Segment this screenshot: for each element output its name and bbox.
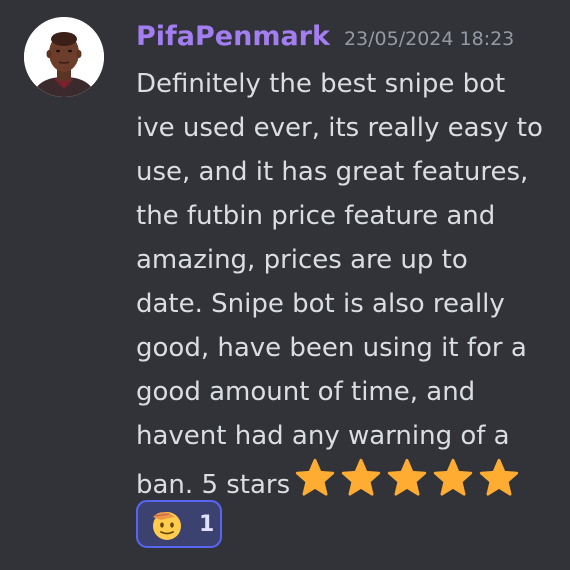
message-header: PifaPenmark 23/05/2024 18:23: [136, 18, 514, 58]
message-line: good, have been using it for a: [136, 333, 527, 363]
timestamp: 23/05/2024 18:23: [343, 28, 515, 50]
chat-message: PifaPenmark 23/05/2024 18:23 Definitely …: [0, 0, 570, 570]
message-line: Definitely the best snipe bot: [136, 69, 506, 99]
username[interactable]: PifaPenmark: [136, 18, 330, 56]
reaction-count: 1: [199, 511, 215, 537]
message-line-text: ban. 5 stars: [136, 470, 291, 500]
message-content: Definitely the best snipe bot ive used e…: [136, 62, 556, 512]
message-line: the futbin price feature and: [136, 201, 496, 231]
star-emoji-group: [294, 458, 524, 512]
star-icon: [480, 458, 519, 496]
message-line: date. Snipe bot is also really: [136, 289, 505, 319]
star-icon: [388, 458, 427, 496]
star-icon: [434, 458, 473, 496]
star-icon: [342, 458, 381, 496]
message-line: good amount of time, and: [136, 377, 476, 407]
message-line: ive used ever, its really easy to: [136, 113, 543, 143]
message-line: use, and it has great features,: [136, 157, 529, 187]
reaction-button[interactable]: 1: [136, 500, 222, 548]
message-line: havent had any warning of a: [136, 421, 510, 451]
avatar-photo: [24, 17, 104, 97]
star-icon: [296, 458, 335, 496]
avatar[interactable]: [24, 17, 104, 97]
saluting-face-icon: [153, 512, 181, 540]
message-line: amazing, prices are up to: [136, 245, 468, 275]
